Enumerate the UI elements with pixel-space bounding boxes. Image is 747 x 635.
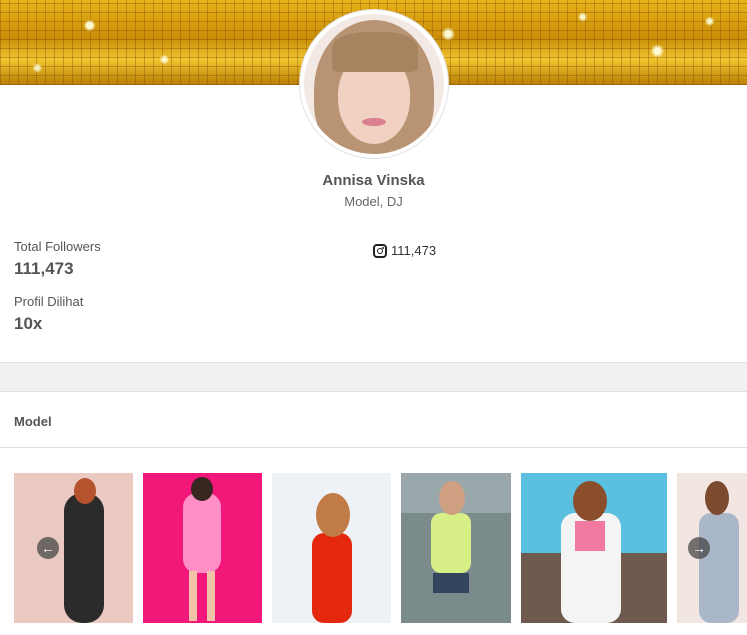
arrow-right-icon: →: [692, 540, 706, 556]
gallery-prev-button[interactable]: ←: [37, 537, 59, 559]
followers-label: Total Followers: [14, 239, 101, 254]
gallery-photo[interactable]: [14, 473, 133, 623]
photo-gallery: [0, 473, 747, 623]
instagram-count: 111,473: [391, 243, 437, 258]
section-divider-line: [0, 447, 747, 448]
gallery-photo[interactable]: [143, 473, 262, 623]
gallery-photo[interactable]: [272, 473, 391, 623]
gallery-photo[interactable]: [401, 473, 511, 623]
instagram-followers-link[interactable]: 111,473: [373, 243, 436, 258]
gallery-photo[interactable]: [521, 473, 667, 623]
profile-role: Model, DJ: [344, 194, 403, 209]
section-title: Model: [14, 414, 52, 429]
arrow-left-icon: ←: [41, 540, 55, 556]
views-label: Profil Dilihat: [14, 294, 84, 309]
section-divider: [0, 362, 747, 392]
gallery-next-button[interactable]: →: [688, 537, 710, 559]
views-value: 10x: [14, 314, 43, 333]
profile-name: Annisa Vinska: [322, 172, 425, 189]
profile-avatar: [300, 10, 448, 158]
followers-value: 111,473: [14, 259, 74, 278]
instagram-icon: [373, 243, 387, 258]
